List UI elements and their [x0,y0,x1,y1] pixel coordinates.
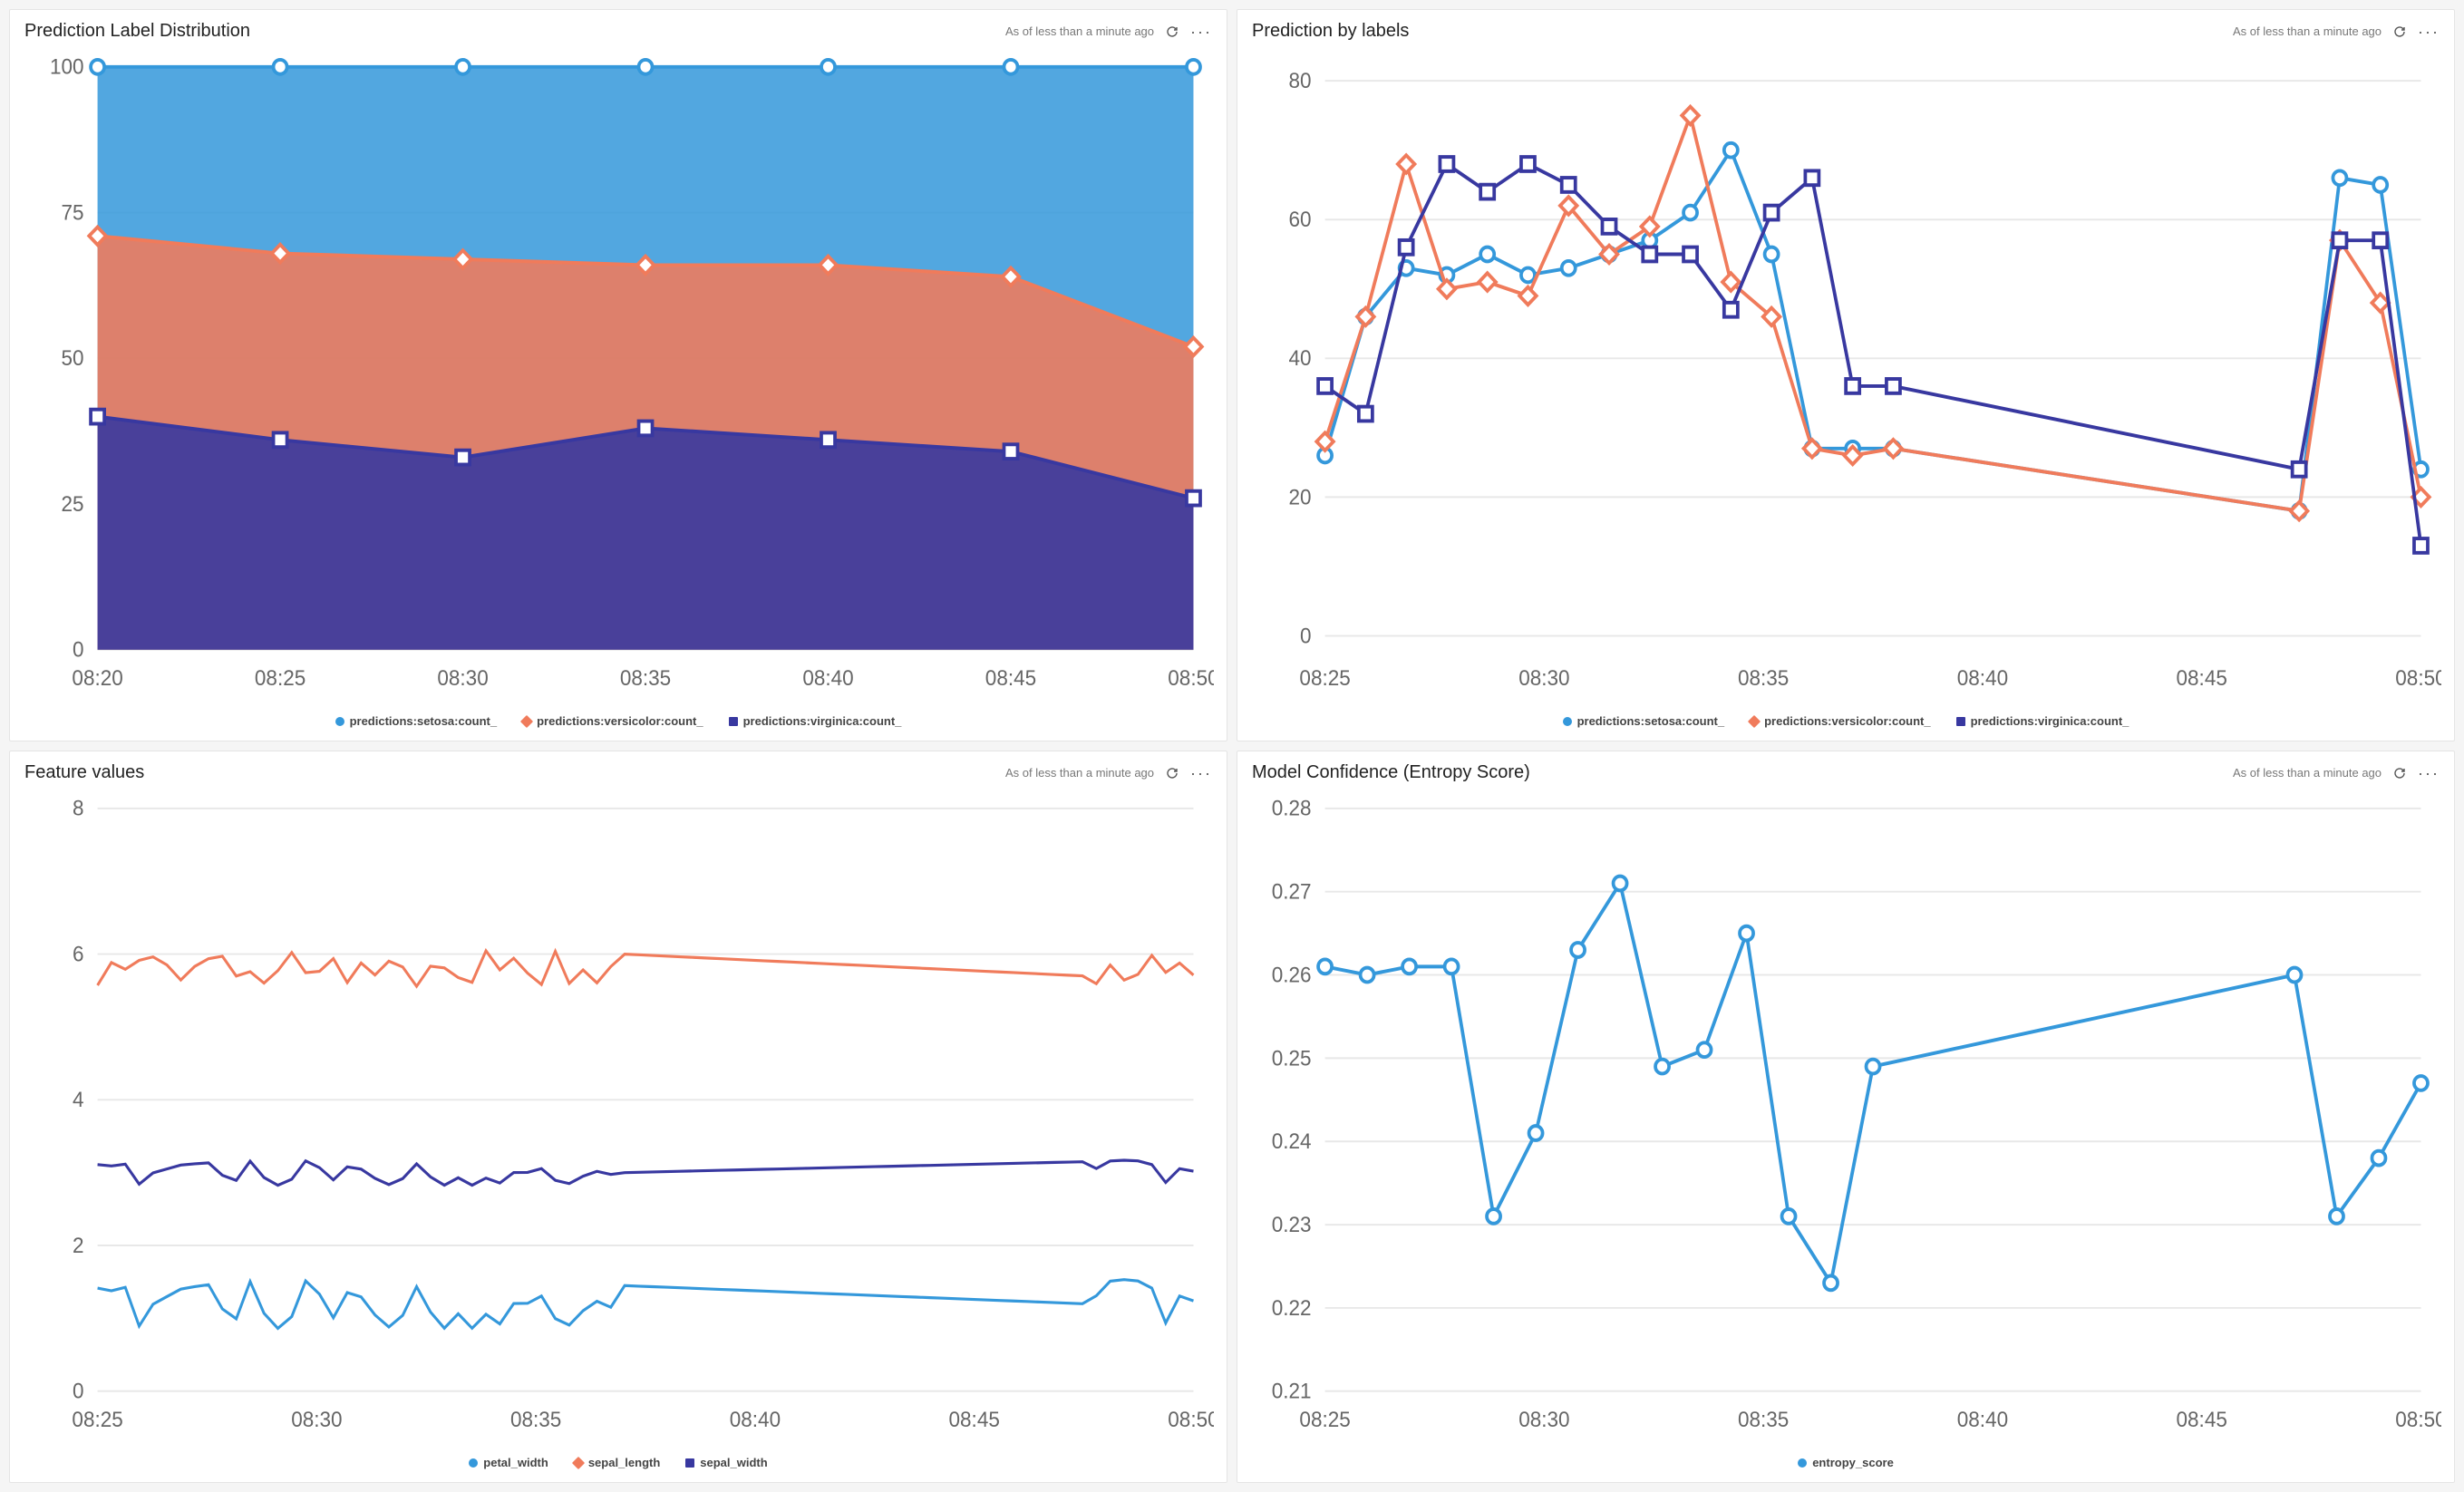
svg-text:08:30: 08:30 [1518,666,1569,691]
svg-text:08:45: 08:45 [985,666,1036,691]
svg-text:08:25: 08:25 [1299,1408,1350,1432]
refresh-icon[interactable] [2392,24,2407,39]
svg-text:08:30: 08:30 [437,666,488,691]
more-icon[interactable]: ··· [2418,765,2440,781]
panel-title: Prediction Label Distribution [24,21,250,42]
svg-text:08:35: 08:35 [1738,1408,1789,1432]
svg-text:0.28: 0.28 [1272,798,1312,820]
legend-item: predictions:virginica:count_ [1956,714,2129,728]
svg-text:08:40: 08:40 [1957,666,2008,691]
svg-text:0.23: 0.23 [1272,1212,1312,1236]
svg-text:25: 25 [62,491,84,516]
refresh-icon[interactable] [2392,766,2407,780]
panel-header: Prediction by labels As of less than a m… [1237,10,2454,49]
svg-text:0.24: 0.24 [1272,1129,1312,1154]
svg-text:50: 50 [62,346,84,371]
chart-area: 0 20 40 60 80 08:25 08:30 08:35 08:40 08:45 08:50 [1237,49,2454,707]
svg-text:100: 100 [50,56,84,79]
panel-feature-values: Feature values As of less than a minute … [9,751,1227,1483]
svg-text:0.22: 0.22 [1272,1295,1312,1320]
status-text: As of less than a minute ago [1005,24,1154,38]
svg-text:0.27: 0.27 [1272,879,1312,904]
panel-controls: As of less than a minute ago ··· [2233,765,2440,781]
legend-item: predictions:setosa:count_ [335,714,498,728]
svg-text:08:40: 08:40 [1957,1408,2008,1432]
svg-text:6: 6 [73,942,84,966]
svg-text:08:25: 08:25 [72,1408,122,1432]
svg-text:08:30: 08:30 [1518,1408,1569,1432]
svg-text:80: 80 [1289,69,1312,93]
legend-item: predictions:setosa:count_ [1563,714,1725,728]
panel-header: Feature values As of less than a minute … [10,751,1227,790]
svg-text:08:40: 08:40 [730,1408,781,1432]
svg-text:08:50: 08:50 [1168,666,1214,691]
legend-item: predictions:versicolor:count_ [1750,714,1930,728]
svg-text:20: 20 [1289,485,1312,509]
refresh-icon[interactable] [1165,24,1179,39]
chart-area: 0.21 0.22 0.23 0.24 0.25 0.26 0.27 0.28 08:25 08:… [1237,790,2454,1448]
panel-model-confidence: Model Confidence (Entropy Score) As of l… [1237,751,2455,1483]
panel-controls: As of less than a minute ago ··· [1005,24,1212,40]
status-text: As of less than a minute ago [1005,766,1154,780]
panel-title: Model Confidence (Entropy Score) [1252,762,1530,783]
panel-header: Model Confidence (Entropy Score) As of l… [1237,751,2454,790]
more-icon[interactable]: ··· [1190,765,1212,781]
svg-text:08:50: 08:50 [1168,1408,1214,1432]
svg-text:75: 75 [62,200,84,225]
status-text: As of less than a minute ago [2233,24,2382,38]
panel-prediction-by-labels: Prediction by labels As of less than a m… [1237,9,2455,741]
legend-item: predictions:virginica:count_ [729,714,902,728]
svg-text:0: 0 [73,637,84,662]
svg-text:08:50: 08:50 [2395,666,2441,691]
svg-text:0: 0 [1300,624,1312,648]
panel-prediction-label-distribution: Prediction Label Distribution As of less… [9,9,1227,741]
svg-text:4: 4 [73,1088,84,1112]
svg-text:0: 0 [73,1379,84,1403]
panel-title: Prediction by labels [1252,21,1409,42]
svg-text:0.26: 0.26 [1272,963,1312,987]
svg-text:08:35: 08:35 [510,1408,561,1432]
dashboard-grid: Prediction Label Distribution As of less… [9,9,2455,1483]
panel-controls: As of less than a minute ago ··· [2233,24,2440,40]
chart-area: 0 25 50 75 100 08:20 08:25 08:30 08:35 08:40 08:45… [10,49,1227,707]
svg-text:08:35: 08:35 [1738,666,1789,691]
legend-item: petal_width [469,1456,548,1469]
refresh-icon[interactable] [1165,766,1179,780]
svg-text:08:20: 08:20 [72,666,122,691]
chart-legend: predictions:setosa:count_ predictions:ve… [10,707,1227,741]
panel-title: Feature values [24,762,144,783]
chart-legend: entropy_score [1237,1448,2454,1482]
svg-text:2: 2 [73,1233,84,1257]
svg-text:08:45: 08:45 [2177,1408,2227,1432]
chart-area: 0 2 4 6 8 08:25 08:30 08:35 08:40 08:45 08:50 [10,790,1227,1448]
svg-text:60: 60 [1289,208,1312,232]
svg-text:08:35: 08:35 [620,666,671,691]
svg-text:08:45: 08:45 [2177,666,2227,691]
svg-text:0.21: 0.21 [1272,1379,1312,1403]
more-icon[interactable]: ··· [1190,24,1212,40]
legend-item: sepal_length [574,1456,660,1469]
chart-legend: petal_width sepal_length sepal_width [10,1448,1227,1482]
svg-text:8: 8 [73,798,84,820]
svg-text:40: 40 [1289,346,1312,371]
legend-item: predictions:versicolor:count_ [522,714,703,728]
status-text: As of less than a minute ago [2233,766,2382,780]
legend-item: entropy_score [1798,1456,1894,1469]
chart-legend: predictions:setosa:count_ predictions:ve… [1237,707,2454,741]
svg-text:08:40: 08:40 [802,666,853,691]
svg-text:08:45: 08:45 [949,1408,1000,1432]
svg-text:08:50: 08:50 [2395,1408,2441,1432]
svg-text:08:30: 08:30 [291,1408,342,1432]
svg-text:08:25: 08:25 [1299,666,1350,691]
panel-header: Prediction Label Distribution As of less… [10,10,1227,49]
svg-text:0.25: 0.25 [1272,1046,1312,1071]
more-icon[interactable]: ··· [2418,24,2440,40]
panel-controls: As of less than a minute ago ··· [1005,765,1212,781]
svg-text:08:25: 08:25 [255,666,306,691]
legend-item: sepal_width [685,1456,767,1469]
